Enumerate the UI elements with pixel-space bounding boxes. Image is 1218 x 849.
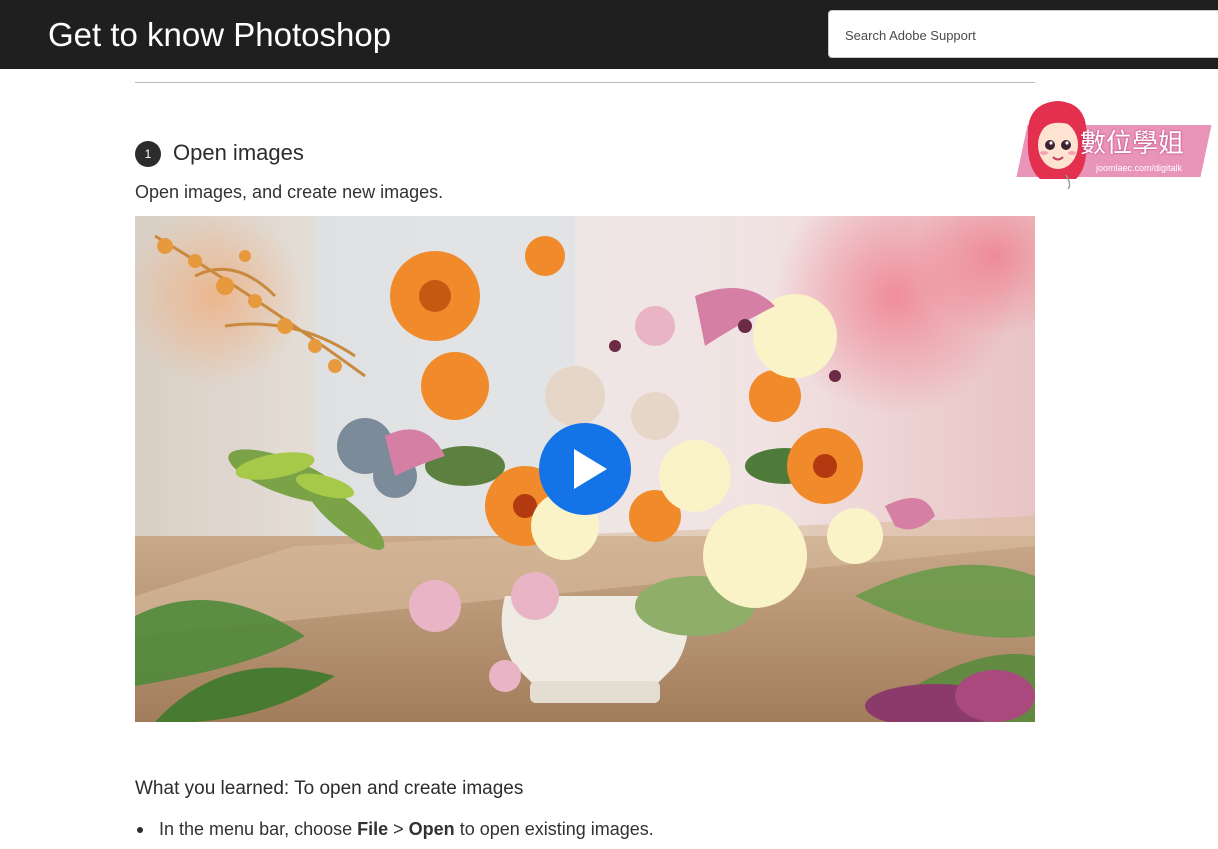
step-title: Open images (173, 140, 304, 165)
search-input[interactable] (845, 23, 1205, 47)
menu-file-label: File (357, 819, 389, 839)
step-number-badge: 1 (135, 141, 161, 167)
bullet-icon (137, 827, 143, 833)
play-icon (574, 449, 607, 489)
top-header-bar: Get to know Photoshop (0, 0, 1218, 69)
search-box[interactable] (828, 10, 1218, 58)
play-button[interactable] (539, 423, 631, 515)
learned-heading: What you learned: To open and create ima… (135, 778, 524, 799)
menu-separator: > (388, 819, 409, 839)
list-item: In the menu bar, choose File > Open to o… (135, 816, 654, 842)
video-player[interactable] (135, 216, 1035, 722)
step-description: Open images, and create new images. (135, 182, 444, 202)
section-divider (135, 82, 1035, 83)
list-item-text-start: In the menu bar, choose (159, 819, 358, 839)
menu-open-label: Open (408, 819, 455, 839)
watermark-url: joomlaec.com/digitalk (1096, 163, 1183, 173)
watermark-logo: 數位學姐 joomlaec.com/digitalk (1016, 97, 1212, 189)
watermark-text: 數位學姐 (1080, 129, 1185, 159)
list-item-text-end: to open existing images. (454, 819, 654, 839)
page-title: Get to know Photoshop (48, 16, 392, 53)
learned-list: In the menu bar, choose File > Open to o… (135, 816, 654, 842)
